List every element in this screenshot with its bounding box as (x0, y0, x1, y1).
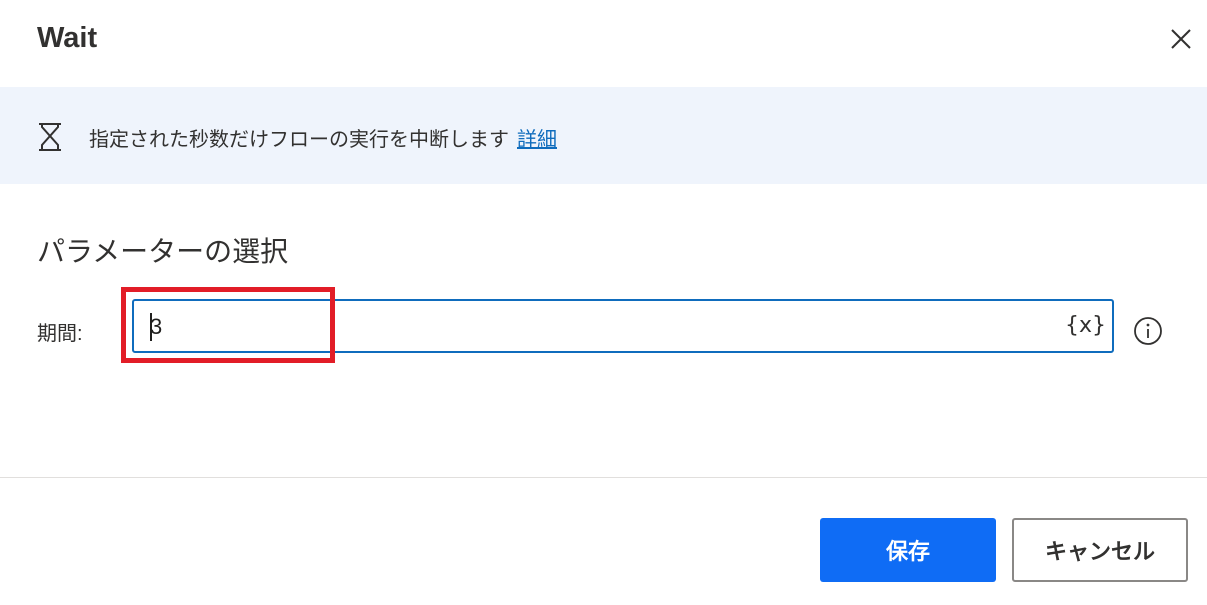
info-icon[interactable] (1133, 316, 1163, 346)
duration-label: 期間: (37, 323, 83, 345)
info-banner: 指定された秒数だけフローの実行を中断します 詳細 (0, 87, 1207, 184)
hourglass-icon (39, 123, 61, 151)
section-title: パラメーターの選択 (37, 236, 289, 267)
variable-button[interactable]: {x} (1065, 313, 1106, 338)
highlight-box (121, 287, 335, 363)
banner-description: 指定された秒数だけフローの実行を中断します 詳細 (89, 123, 557, 152)
details-link[interactable]: 詳細 (517, 129, 557, 151)
dialog-title: Wait (37, 22, 98, 54)
cancel-button[interactable]: キャンセル (1012, 518, 1188, 582)
footer-divider (0, 477, 1207, 478)
banner-description-text: 指定された秒数だけフローの実行を中断します (89, 129, 509, 151)
close-button[interactable] (1166, 24, 1196, 54)
save-button[interactable]: 保存 (820, 518, 996, 582)
close-icon (1171, 29, 1191, 49)
